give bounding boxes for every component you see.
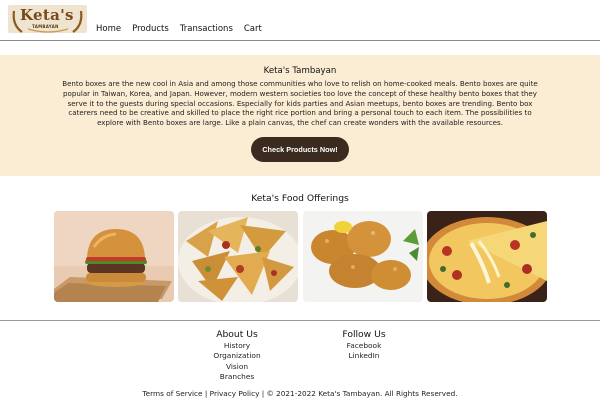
footer-link-history[interactable]: History (206, 341, 268, 351)
footer-divider (0, 320, 600, 321)
about-heading: About Us (216, 329, 258, 340)
site-header: Keta's TAMBAYAN Home Products Transactio… (0, 0, 600, 41)
hero-description: Bento boxes are the new cool in Asia and… (62, 79, 538, 128)
copyright-text: © 2021-2022 Keta's Tambayan. All Rights … (266, 389, 458, 398)
pizza-image[interactable] (427, 211, 547, 302)
privacy-link[interactable]: Privacy Policy (210, 389, 260, 398)
fried-chicken-image[interactable] (303, 211, 423, 302)
nav-products[interactable]: Products (132, 24, 169, 34)
nav-transactions[interactable]: Transactions (180, 24, 233, 34)
footer-about-column: About Us History Organization Vision Bra… (206, 329, 268, 382)
nav-home[interactable]: Home (96, 24, 121, 34)
logo-text: Keta's (20, 6, 74, 24)
footer-link-facebook[interactable]: Facebook (333, 341, 395, 351)
footer-link-organization[interactable]: Organization (206, 351, 268, 361)
terms-link[interactable]: Terms of Service (142, 389, 202, 398)
footer-copyright-bar: Terms of Service | Privacy Policy | © 20… (0, 389, 600, 398)
footer-follow-column: Follow Us Facebook LinkedIn (333, 329, 395, 362)
footer-link-linkedin[interactable]: LinkedIn (333, 351, 395, 361)
footer-link-branches[interactable]: Branches (206, 372, 268, 382)
footer-link-vision[interactable]: Vision (206, 362, 268, 372)
check-products-button[interactable]: Check Products Now! (251, 137, 349, 162)
burger-image[interactable] (54, 211, 174, 302)
nachos-image[interactable] (178, 211, 298, 302)
offerings-gallery (54, 211, 548, 303)
brand-logo[interactable]: Keta's TAMBAYAN (8, 5, 87, 33)
logo-subtext: TAMBAYAN (32, 24, 59, 29)
follow-heading: Follow Us (342, 329, 386, 340)
hero-title: Keta's Tambayan (263, 66, 337, 76)
nav-cart[interactable]: Cart (244, 24, 262, 34)
offerings-title: Keta's Food Offerings (251, 193, 349, 204)
main-nav: Home Products Transactions Cart (96, 24, 273, 34)
